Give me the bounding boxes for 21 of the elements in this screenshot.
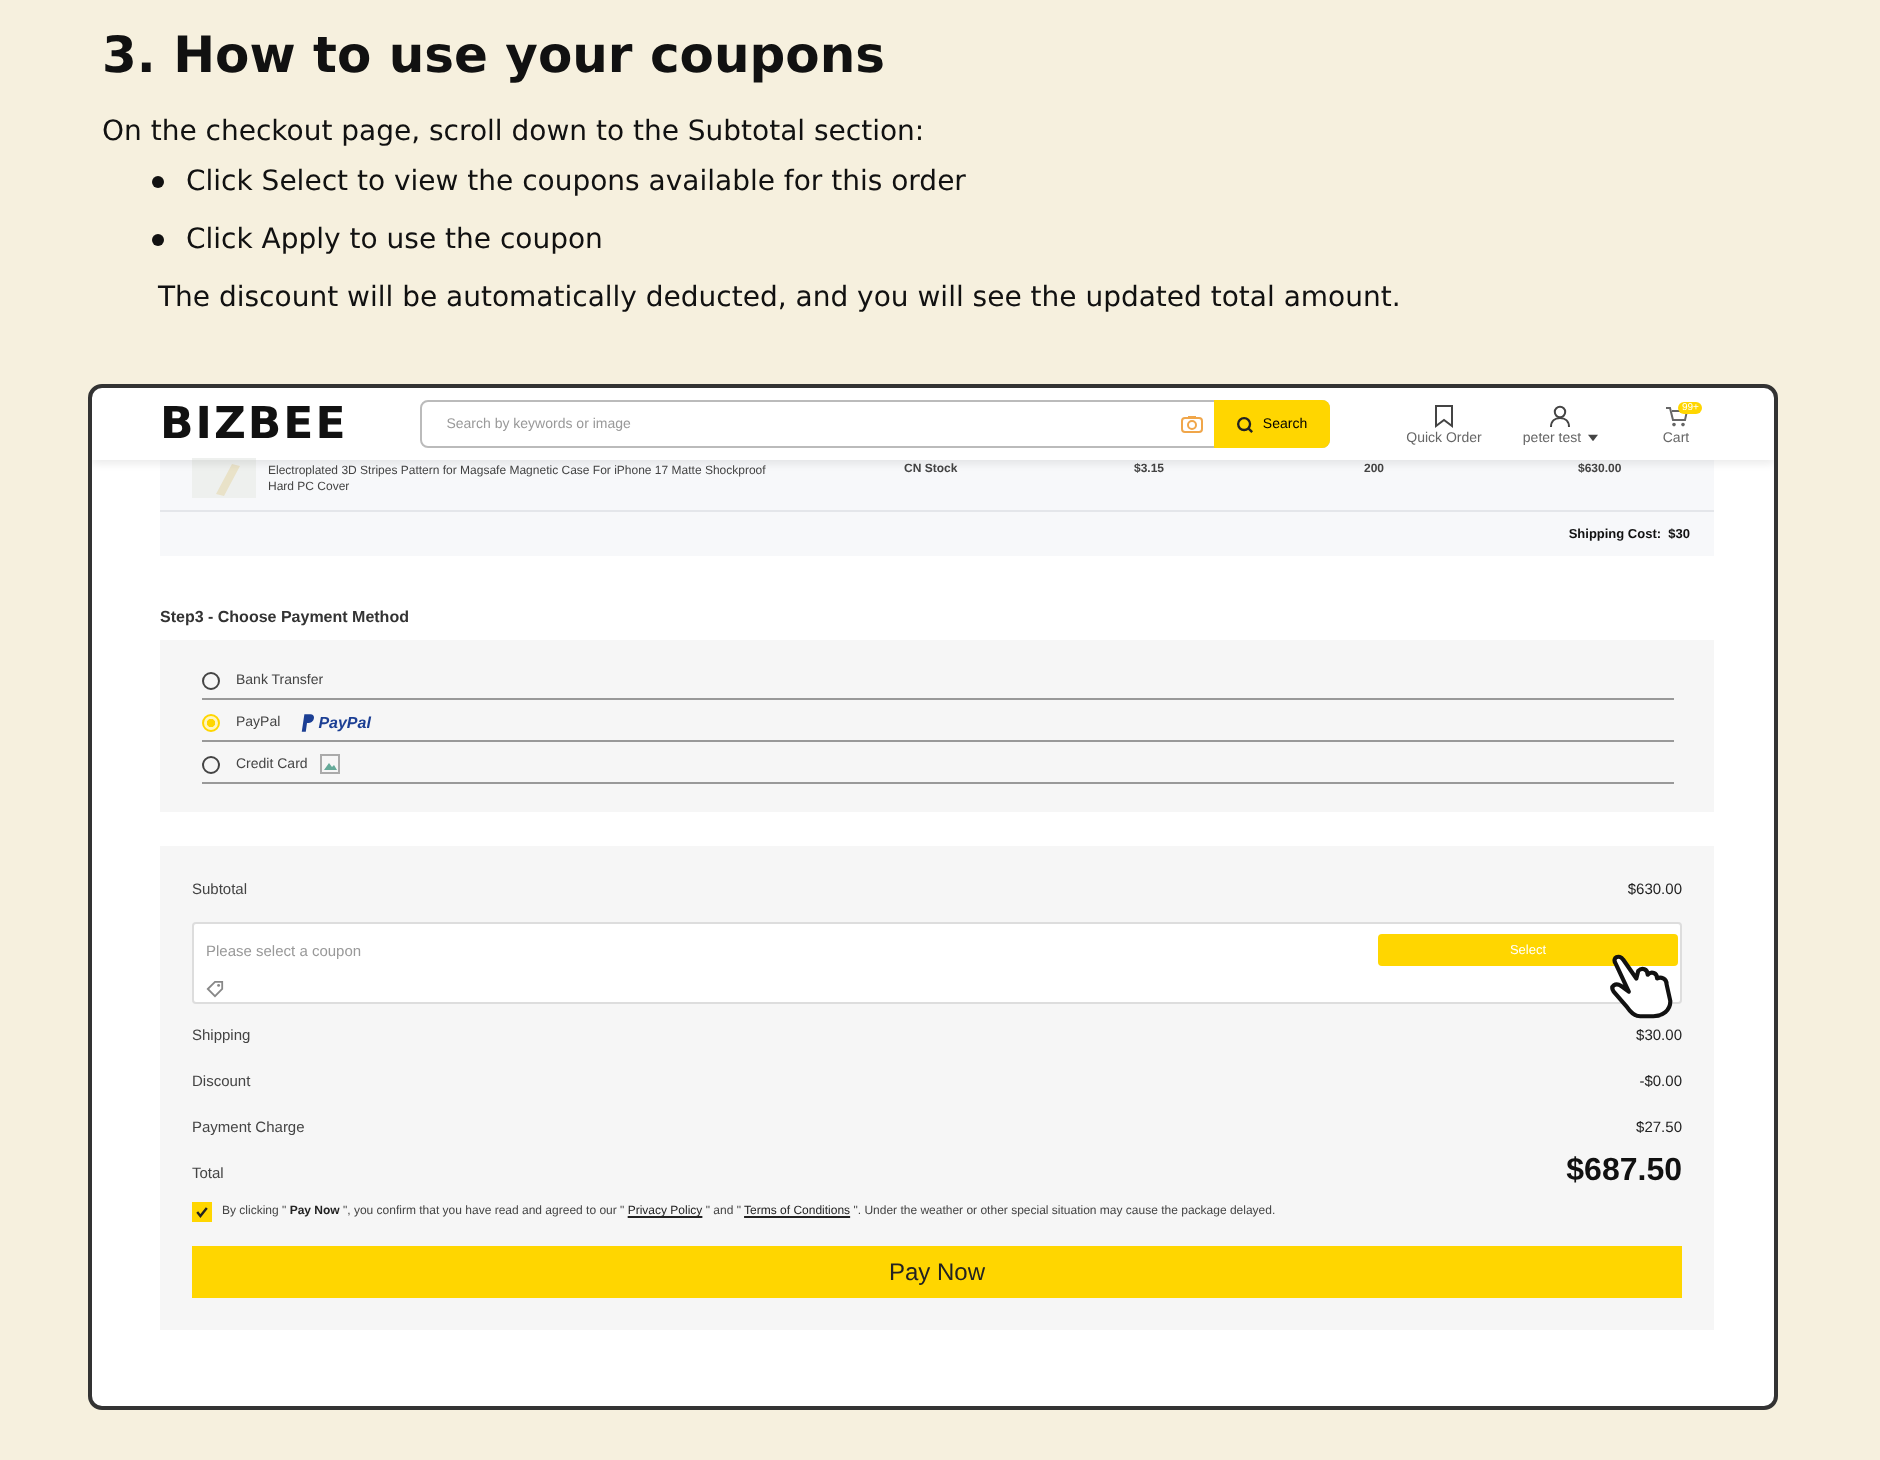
section-heading: 3. How to use your coupons xyxy=(102,24,888,88)
broken-image-icon xyxy=(319,754,340,774)
step-title: Step3 - Choose Payment Method xyxy=(160,608,411,626)
radio-button[interactable] xyxy=(202,671,220,689)
note-text: The discount will be automatically deducted, and you will see the updated total amount. xyxy=(158,280,1403,316)
bookmark-icon[interactable] xyxy=(1432,403,1456,427)
brand-logo: BIZBEE xyxy=(160,399,350,449)
tag-icon xyxy=(206,980,224,998)
bullet-text: Click Apply to use the coupon xyxy=(186,222,603,258)
total-value: $687.50 xyxy=(1566,1154,1682,1190)
bullet-icon xyxy=(152,234,164,246)
user-icon[interactable] xyxy=(1548,403,1572,427)
radio-button[interactable] xyxy=(202,755,220,773)
agreement-checkbox[interactable] xyxy=(192,1202,212,1222)
bullet-text: Click Select to view the coupons available for this order xyxy=(186,164,966,200)
intro-text: On the checkout page, scroll down to the Subtotal section: xyxy=(102,114,927,150)
search-icon xyxy=(1236,415,1255,433)
bullet-icon xyxy=(152,176,164,188)
caret-icon xyxy=(1587,434,1598,442)
paypal-logo: PayPal xyxy=(300,713,371,731)
pay-now-button[interactable]: Pay Now xyxy=(192,1246,1682,1298)
